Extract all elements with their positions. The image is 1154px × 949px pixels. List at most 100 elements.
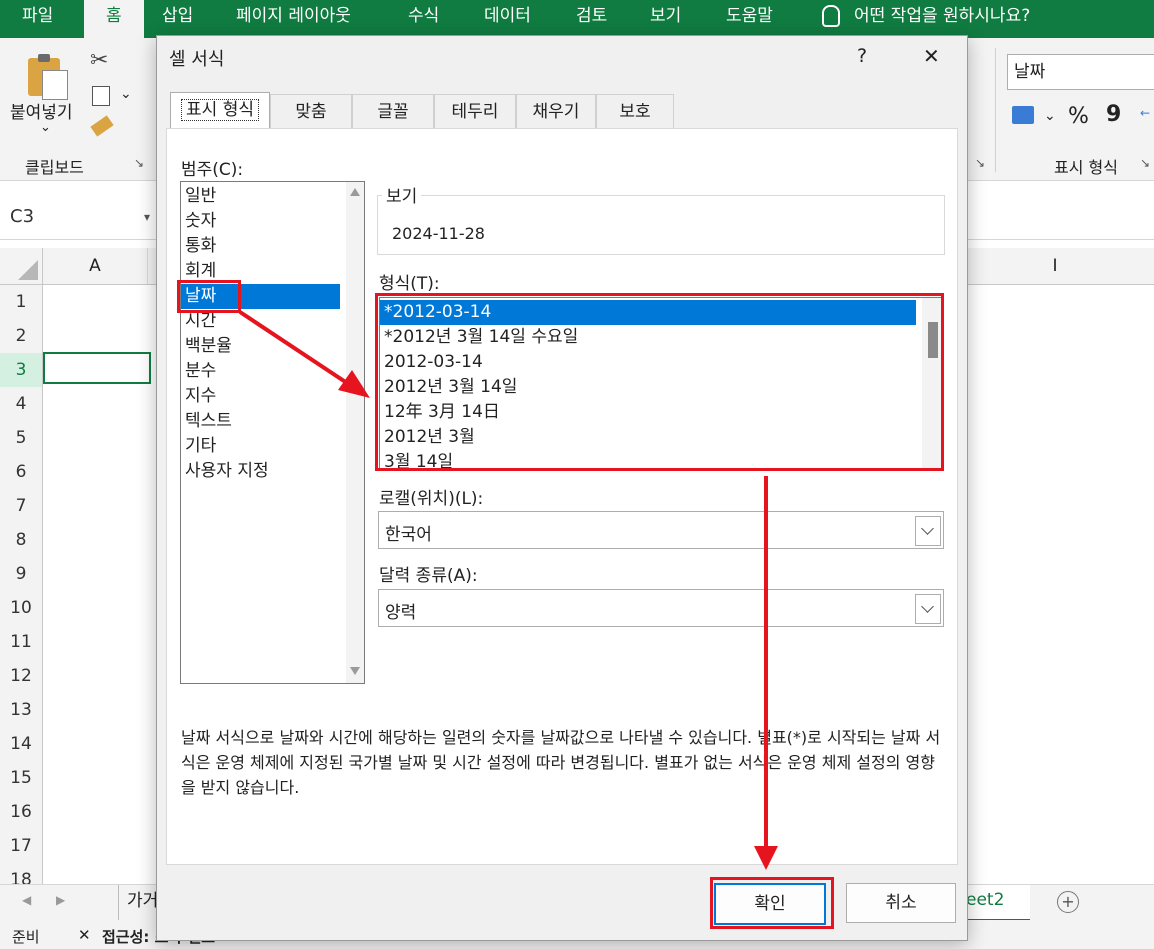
category-item[interactable]: 사용자 지정 xyxy=(185,459,269,484)
row-header[interactable]: 10 xyxy=(0,591,43,626)
status-ready: 준비 xyxy=(12,928,40,946)
number-tab-panel: 범주(C): 일반 숫자 통화 회계 날짜 시간 백분율 분수 지수 텍스트 기타 사용자 지정 보기… xyxy=(166,128,958,865)
name-box[interactable]: C3 ▾ xyxy=(0,199,159,235)
number-group-label: 표시 형식 xyxy=(1054,158,1118,177)
name-box-dropdown-icon[interactable]: ▾ xyxy=(144,199,150,235)
close-icon[interactable]: ✕ xyxy=(923,44,940,68)
category-item[interactable]: 일반 xyxy=(185,184,216,209)
row-header[interactable]: 8 xyxy=(0,523,43,558)
scroll-up-icon[interactable] xyxy=(350,188,360,196)
clipboard-group-label: 클립보드 xyxy=(25,158,84,177)
row-header[interactable]: 9 xyxy=(0,557,43,592)
lightbulb-icon xyxy=(822,5,840,27)
category-scrollbar[interactable] xyxy=(346,182,364,683)
add-sheet-icon[interactable]: + xyxy=(1057,891,1079,913)
ribbon-tab-formulas[interactable]: 수식 xyxy=(408,0,439,38)
calendar-label: 달력 종류(A): xyxy=(379,566,478,586)
ribbon-tab-insert[interactable]: 삽입 xyxy=(162,0,193,38)
tab-alignment[interactable]: 맞춤 xyxy=(270,94,352,129)
category-item[interactable]: 숫자 xyxy=(185,209,216,234)
row-header[interactable]: 6 xyxy=(0,455,43,490)
ribbon-tab-bar: 파일 홈 삽입 페이지 레이아웃 수식 데이터 검토 보기 도움말 어떤 작업을… xyxy=(0,0,1154,38)
number-launcher-icon[interactable]: ↘ xyxy=(1140,156,1150,170)
number-format-box[interactable]: 날짜 xyxy=(1007,54,1154,90)
row-header[interactable]: 12 xyxy=(0,659,43,694)
percent-style-icon[interactable]: % xyxy=(1068,104,1089,129)
row-header[interactable]: 2 xyxy=(0,319,43,354)
category-item[interactable]: 분수 xyxy=(185,359,216,384)
locale-label: 로캘(위치)(L): xyxy=(379,489,484,509)
locale-dropdown-icon[interactable] xyxy=(915,516,941,546)
locale-select[interactable]: 한국어 xyxy=(378,511,944,549)
category-item[interactable]: 텍스트 xyxy=(185,409,232,434)
category-label: 범주(C): xyxy=(181,160,244,180)
select-all-corner[interactable] xyxy=(0,248,43,284)
tell-me-box[interactable]: 어떤 작업을 원하시나요? xyxy=(822,0,1030,38)
tab-fill[interactable]: 채우기 xyxy=(516,94,596,129)
column-header-a[interactable]: A xyxy=(43,248,148,284)
calendar-dropdown-icon[interactable] xyxy=(915,594,941,624)
type-label: 형식(T): xyxy=(379,274,440,294)
ribbon-tab-view[interactable]: 보기 xyxy=(650,0,681,38)
scissors-icon[interactable]: ✂ xyxy=(90,48,108,73)
clipboard-launcher-icon[interactable]: ↘ xyxy=(134,156,144,170)
tell-me-text: 어떤 작업을 원하시나요? xyxy=(854,6,1031,26)
tab-font[interactable]: 글꼴 xyxy=(352,94,434,129)
tab-protection[interactable]: 보호 xyxy=(596,94,674,129)
highlight-type-list xyxy=(375,293,944,471)
sheet-tab-active[interactable]: eet2 xyxy=(966,885,1030,922)
tab-number[interactable]: 표시 형식 xyxy=(170,92,270,131)
category-item[interactable]: 기타 xyxy=(185,434,216,459)
paste-icon[interactable] xyxy=(28,52,68,100)
ribbon-tab-page-layout[interactable]: 페이지 레이아웃 xyxy=(236,0,351,38)
row-header[interactable]: 1 xyxy=(0,285,43,320)
row-header[interactable]: 16 xyxy=(0,795,43,830)
copy-icon[interactable] xyxy=(92,86,110,106)
row-header[interactable]: 14 xyxy=(0,727,43,762)
group-divider xyxy=(995,48,996,172)
accounting-dropdown-icon[interactable]: ⌄ xyxy=(1044,108,1056,124)
row-header[interactable]: 7 xyxy=(0,489,43,524)
paste-dropdown-icon[interactable]: ⌄ xyxy=(40,120,51,135)
comma-style-icon[interactable]: 9 xyxy=(1106,102,1121,127)
row-header[interactable]: 17 xyxy=(0,829,43,864)
ribbon-tab-help[interactable]: 도움말 xyxy=(726,0,773,38)
category-item[interactable]: 백분율 xyxy=(185,334,232,359)
scroll-down-icon[interactable] xyxy=(350,667,360,675)
row-header[interactable]: 13 xyxy=(0,693,43,728)
help-button[interactable]: ? xyxy=(857,45,867,67)
row-header[interactable]: 4 xyxy=(0,387,43,422)
cancel-button[interactable]: 취소 xyxy=(846,883,956,923)
sample-label: 보기 xyxy=(382,182,422,207)
highlight-ok-button xyxy=(710,877,834,929)
accounting-format-icon[interactable] xyxy=(1012,106,1034,124)
highlight-date-category xyxy=(177,280,241,313)
tab-number-label: 표시 형식 xyxy=(181,99,259,121)
row-header[interactable]: 3 xyxy=(0,353,43,388)
sheet-scroll-right-icon[interactable]: ▶ xyxy=(56,893,65,907)
locale-value: 한국어 xyxy=(385,525,432,545)
row-header[interactable]: 5 xyxy=(0,421,43,456)
row-header[interactable]: 11 xyxy=(0,625,43,660)
tab-border[interactable]: 테두리 xyxy=(434,94,516,129)
sheet-tab[interactable]: 가거 xyxy=(118,885,158,921)
sample-frame: 보기 2024-11-28 xyxy=(377,182,945,255)
format-cells-dialog: 셀 서식 ? ✕ 표시 형식 맞춤 글꼴 테두리 채우기 보호 범주(C): 일… xyxy=(156,35,968,941)
copy-dropdown-icon[interactable]: ⌄ xyxy=(120,86,132,102)
category-item[interactable]: 통화 xyxy=(185,234,216,259)
font-launcher-icon[interactable]: ↘ xyxy=(975,156,985,170)
ribbon-tab-data[interactable]: 데이터 xyxy=(484,0,531,38)
calendar-select[interactable]: 양력 xyxy=(378,589,944,627)
ribbon-tab-review[interactable]: 검토 xyxy=(576,0,607,38)
category-item[interactable]: 지수 xyxy=(185,384,216,409)
category-list[interactable]: 일반 숫자 통화 회계 날짜 시간 백분율 분수 지수 텍스트 기타 사용자 지정 xyxy=(180,181,365,684)
accessibility-icon[interactable]: ✕ xyxy=(78,926,91,944)
format-painter-icon[interactable] xyxy=(90,115,114,137)
increase-decimal-icon[interactable]: ← xyxy=(1140,106,1150,120)
ribbon-tab-home[interactable]: 홈 xyxy=(84,0,144,38)
ribbon-tab-file[interactable]: 파일 xyxy=(22,0,53,38)
active-cell-indicator xyxy=(43,352,151,384)
sheet-scroll-left-icon[interactable]: ◀ xyxy=(22,893,31,907)
column-header-i[interactable]: I xyxy=(1000,248,1110,284)
row-header[interactable]: 15 xyxy=(0,761,43,796)
